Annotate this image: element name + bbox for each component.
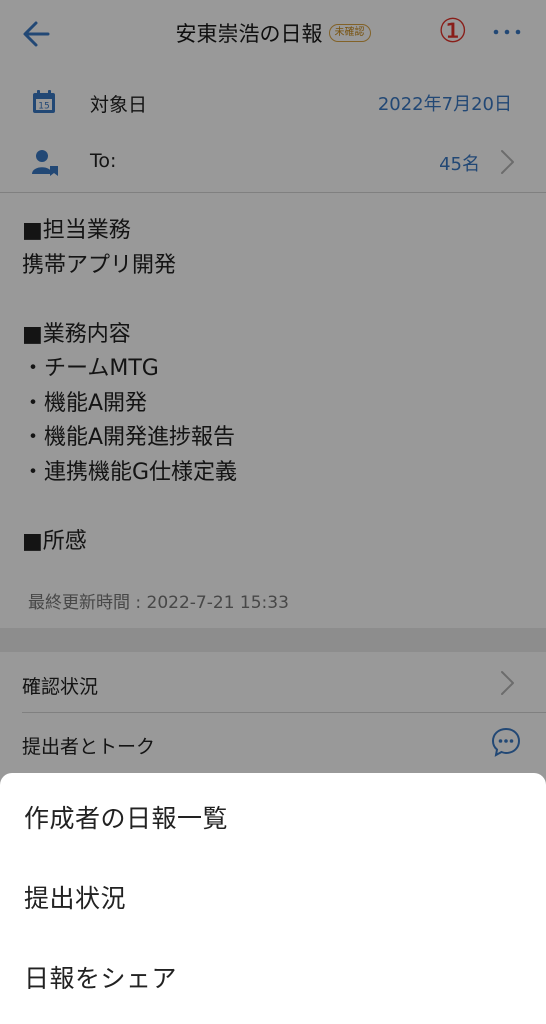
sheet-item-label: 作成者の日報一覧 (24, 804, 229, 833)
daily-report-screen: 安東崇浩の日報 未確認 ① 15 対象日 2022年7月20日 To: 45名 … (0, 0, 546, 1024)
sheet-item-author-reports[interactable]: 作成者の日報一覧 (0, 775, 546, 855)
sheet-item-label: 日報をシェア (24, 964, 178, 993)
sheet-item-share-report[interactable]: 日報をシェア (0, 935, 546, 1015)
sheet-item-label: 提出状況 (24, 884, 127, 913)
sheet-item-submission-status[interactable]: 提出状況 (0, 855, 546, 935)
action-sheet: 作成者の日報一覧 提出状況 日報をシェア (0, 773, 546, 1024)
